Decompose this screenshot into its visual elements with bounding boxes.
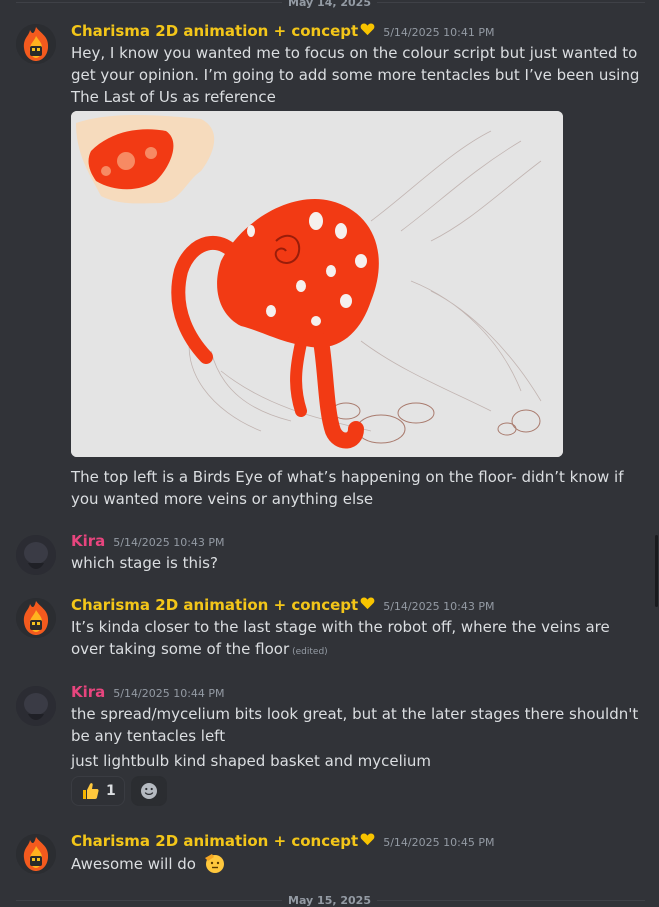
message-timestamp[interactable]: 5/14/2025 10:44 PM [113, 687, 224, 700]
date-divider-top: May 14, 2025 [0, 0, 659, 9]
author-name[interactable]: Kira [71, 683, 105, 701]
message-timestamp[interactable]: 5/14/2025 10:41 PM [383, 26, 494, 39]
add-reaction-button[interactable] [130, 776, 167, 806]
fire-robot-avatar-icon [16, 834, 56, 874]
yellow-heart-icon [360, 833, 375, 846]
avatar[interactable] [16, 686, 56, 726]
kira-avatar-icon [16, 535, 56, 575]
message-timestamp[interactable]: 5/14/2025 10:43 PM [383, 600, 494, 613]
message-text: Hey, I know you wanted me to focus on th… [71, 44, 640, 106]
edited-label: (edited) [292, 647, 328, 657]
avatar[interactable] [16, 535, 56, 575]
author-name[interactable]: Kira [71, 532, 105, 550]
message-text: the spread/mycelium bits look great, but… [71, 705, 639, 745]
kira-avatar-icon [16, 686, 56, 726]
author-name[interactable]: Charisma 2D animation + concept [71, 22, 358, 40]
reaction-count: 1 [106, 783, 116, 799]
yellow-heart-icon [360, 23, 375, 36]
reaction-bar: 1 [71, 776, 167, 806]
image-attachment[interactable] [71, 111, 563, 457]
reaction-thumbs-up[interactable]: 1 [71, 776, 125, 806]
fire-robot-avatar-icon [16, 598, 56, 638]
avatar[interactable] [16, 834, 56, 874]
avatar[interactable] [16, 598, 56, 638]
author-name[interactable]: Charisma 2D animation + concept [71, 832, 358, 850]
thumbs-up-icon [83, 783, 99, 799]
message-timestamp[interactable]: 5/14/2025 10:45 PM [383, 836, 494, 849]
fire-robot-avatar-icon [16, 24, 56, 64]
yellow-heart-icon [360, 597, 375, 610]
attachment-caption: The top left is a Birds Eye of what’s ha… [71, 468, 624, 508]
saluting-face-emoji-icon [204, 854, 224, 873]
add-reaction-icon [140, 783, 157, 799]
message-timestamp[interactable]: 5/14/2025 10:43 PM [113, 536, 224, 549]
message-text-followup: just lightbulb kind shaped basket and my… [71, 752, 432, 770]
message-text: Awesome will do [71, 855, 196, 873]
scrollbar-thumb[interactable] [655, 535, 658, 607]
date-divider-bottom: May 15, 2025 [0, 893, 659, 907]
message-text: It’s kinda closer to the last stage with… [71, 618, 610, 658]
author-name[interactable]: Charisma 2D animation + concept [71, 596, 358, 614]
date-divider-label: May 15, 2025 [282, 893, 377, 907]
message-text: which stage is this? [71, 554, 218, 572]
date-divider-label: May 14, 2025 [282, 0, 377, 9]
avatar[interactable] [16, 24, 56, 64]
creature-concept-artwork-image [71, 111, 563, 457]
message-text-container: Awesome will do [71, 852, 645, 875]
message-text-container: It’s kinda closer to the last stage with… [71, 616, 645, 663]
